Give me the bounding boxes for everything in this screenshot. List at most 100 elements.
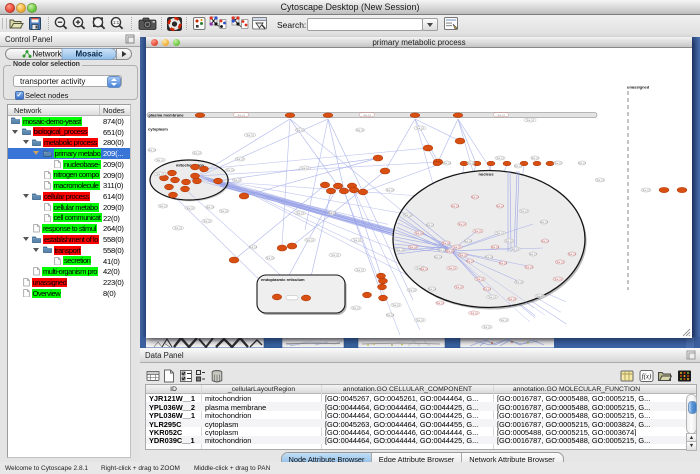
svg-text:S•e | d: S•e | d — [496, 205, 504, 208]
svg-text:S•e | d: S•e | d — [156, 173, 164, 176]
svg-text:1:1: 1:1 — [113, 20, 120, 25]
svg-text:S•e | d: S•e | d — [511, 248, 519, 251]
svg-text:S•e | d: S•e | d — [554, 162, 562, 165]
svg-text:S•e | d: S•e | d — [496, 157, 504, 160]
svg-text:S•e | d: S•e | d — [420, 268, 428, 271]
svg-text:S•e | d: S•e | d — [453, 246, 461, 249]
svg-text:S•e | d: S•e | d — [459, 254, 467, 257]
svg-text:Network: Network — [32, 50, 62, 59]
svg-text:S•e | d: S•e | d — [467, 162, 475, 165]
svg-text:S•e | d: S•e | d — [483, 326, 491, 329]
svg-text:S•e | d: S•e | d — [409, 246, 417, 249]
svg-text:S•e | d: S•e | d — [514, 165, 522, 168]
svg-text:S•e | d: S•e | d — [485, 256, 493, 259]
svg-text:S•e | d: S•e | d — [508, 298, 516, 301]
svg-text:S•e | d: S•e | d — [541, 240, 549, 243]
svg-text:S•e | d: S•e | d — [415, 232, 423, 235]
svg-text:S•e | d: S•e | d — [471, 196, 479, 199]
svg-text:mitochondrion: mitochondrion — [176, 163, 205, 168]
svg-text:S•e | d: S•e | d — [203, 220, 211, 223]
svg-text:S•e | d: S•e | d — [356, 269, 364, 272]
svg-text:S•e | d: S•e | d — [386, 189, 394, 192]
svg-text:S•e | d: S•e | d — [436, 302, 444, 305]
svg-text:S•e | d: S•e | d — [331, 254, 339, 257]
svg-text:S•e | d: S•e | d — [148, 149, 156, 152]
svg-text:S•e | d: S•e | d — [404, 214, 412, 217]
svg-text:S•e | d: S•e | d — [220, 210, 228, 213]
svg-text:S•e | d: S•e | d — [446, 250, 454, 253]
svg-text:S•e | d: S•e | d — [266, 257, 274, 260]
svg-text:S•e | d: S•e | d — [497, 114, 505, 117]
svg-text:S•e | d: S•e | d — [525, 266, 533, 269]
svg-text:S•e | d: S•e | d — [491, 246, 499, 249]
svg-text:S•e | d: S•e | d — [426, 224, 434, 227]
svg-text:Mosaic: Mosaic — [75, 50, 103, 59]
svg-text:S•e | d: S•e | d — [596, 179, 604, 182]
svg-text:S•e | d: S•e | d — [237, 114, 245, 117]
svg-text:S•e | d: S•e | d — [363, 114, 371, 117]
svg-text:S•e | d: S•e | d — [496, 232, 504, 235]
svg-text:S•e | d: S•e | d — [428, 288, 436, 291]
svg-text:nucleus: nucleus — [478, 172, 494, 177]
svg-text:S•e | d: S•e | d — [458, 223, 466, 226]
svg-text:S•e | d: S•e | d — [448, 267, 456, 270]
svg-text:S•e | d: S•e | d — [301, 167, 309, 170]
svg-text:S•e | d: S•e | d — [520, 210, 528, 213]
svg-text:S•e | d: S•e | d — [488, 296, 496, 299]
svg-text:S•e | d: S•e | d — [438, 249, 446, 252]
svg-text:S•e | d: S•e | d — [392, 304, 400, 307]
svg-text:S•e | d: S•e | d — [306, 239, 314, 242]
svg-text:S•e | d: S•e | d — [554, 278, 562, 281]
svg-text:S•e | d: S•e | d — [443, 162, 451, 165]
svg-text:cytoplasm: cytoplasm — [148, 127, 168, 132]
svg-text:S•e | d: S•e | d — [466, 260, 474, 263]
svg-text:S•e | d: S•e | d — [226, 169, 234, 172]
svg-text:S•e | d: S•e | d — [352, 307, 360, 310]
svg-text:S•e | d: S•e | d — [246, 134, 254, 137]
svg-text:S•e | d: S•e | d — [505, 240, 513, 243]
svg-text:S•e | d: S•e | d — [474, 230, 482, 233]
svg-text:f(x): f(x) — [642, 373, 652, 381]
svg-text:S•e | d: S•e | d — [476, 278, 484, 281]
svg-text:unassigned: unassigned — [627, 85, 650, 90]
svg-text:S•e | d: S•e | d — [416, 319, 424, 322]
svg-text:S•e | d: S•e | d — [236, 158, 244, 161]
svg-text:S•e | d: S•e | d — [540, 221, 548, 224]
svg-text:S•e | d: S•e | d — [233, 179, 241, 182]
svg-text:plasma membrane: plasma membrane — [149, 113, 185, 118]
svg-text:S•e | d: S•e | d — [568, 253, 576, 256]
svg-text:S•e | d: S•e | d — [206, 206, 214, 209]
svg-text:S•e | d: S•e | d — [434, 256, 442, 259]
svg-text:S•e | d: S•e | d — [193, 152, 201, 155]
svg-text:S•e | d: S•e | d — [416, 127, 424, 130]
svg-text:S•e | d: S•e | d — [159, 205, 167, 208]
svg-text:S•e | d: S•e | d — [156, 159, 164, 162]
svg-text:S•e | d: S•e | d — [483, 288, 491, 291]
svg-text:S•e | d: S•e | d — [442, 242, 450, 245]
svg-text:S•e | d: S•e | d — [186, 207, 194, 210]
svg-text:S•e | d: S•e | d — [556, 261, 564, 264]
svg-text:S•e | d: S•e | d — [455, 286, 463, 289]
svg-text:S•e | d: S•e | d — [296, 129, 304, 132]
svg-text:S•e | d: S•e | d — [296, 212, 304, 215]
svg-text:S•e | d: S•e | d — [464, 240, 472, 243]
svg-text:S•e | d: S•e | d — [174, 227, 182, 230]
svg-text:S•e | d: S•e | d — [451, 205, 459, 208]
svg-text:S•e | d: S•e | d — [353, 239, 361, 242]
svg-text:S•e | d: S•e | d — [249, 246, 257, 249]
svg-text:endoplasmic reticulum: endoplasmic reticulum — [261, 277, 305, 282]
svg-text:S•e | d: S•e | d — [529, 253, 537, 256]
svg-text:S•e | d: S•e | d — [408, 289, 416, 292]
svg-text:S•e | d: S•e | d — [531, 157, 539, 160]
svg-text:S•e | d: S•e | d — [356, 129, 364, 132]
svg-text:S•e | d: S•e | d — [536, 295, 544, 298]
svg-text:S•e | d: S•e | d — [470, 312, 478, 315]
svg-text:S•e | d: S•e | d — [526, 119, 534, 122]
svg-text:S•e | d: S•e | d — [499, 262, 507, 265]
svg-text:S•e | d: S•e | d — [386, 314, 394, 317]
svg-text:S•e | d: S•e | d — [515, 281, 523, 284]
svg-text:S•e | d: S•e | d — [396, 249, 404, 252]
svg-text:S•e | d: S•e | d — [578, 162, 586, 165]
svg-text:S•e | d: S•e | d — [642, 189, 650, 192]
svg-text:S•e | d: S•e | d — [500, 319, 508, 322]
